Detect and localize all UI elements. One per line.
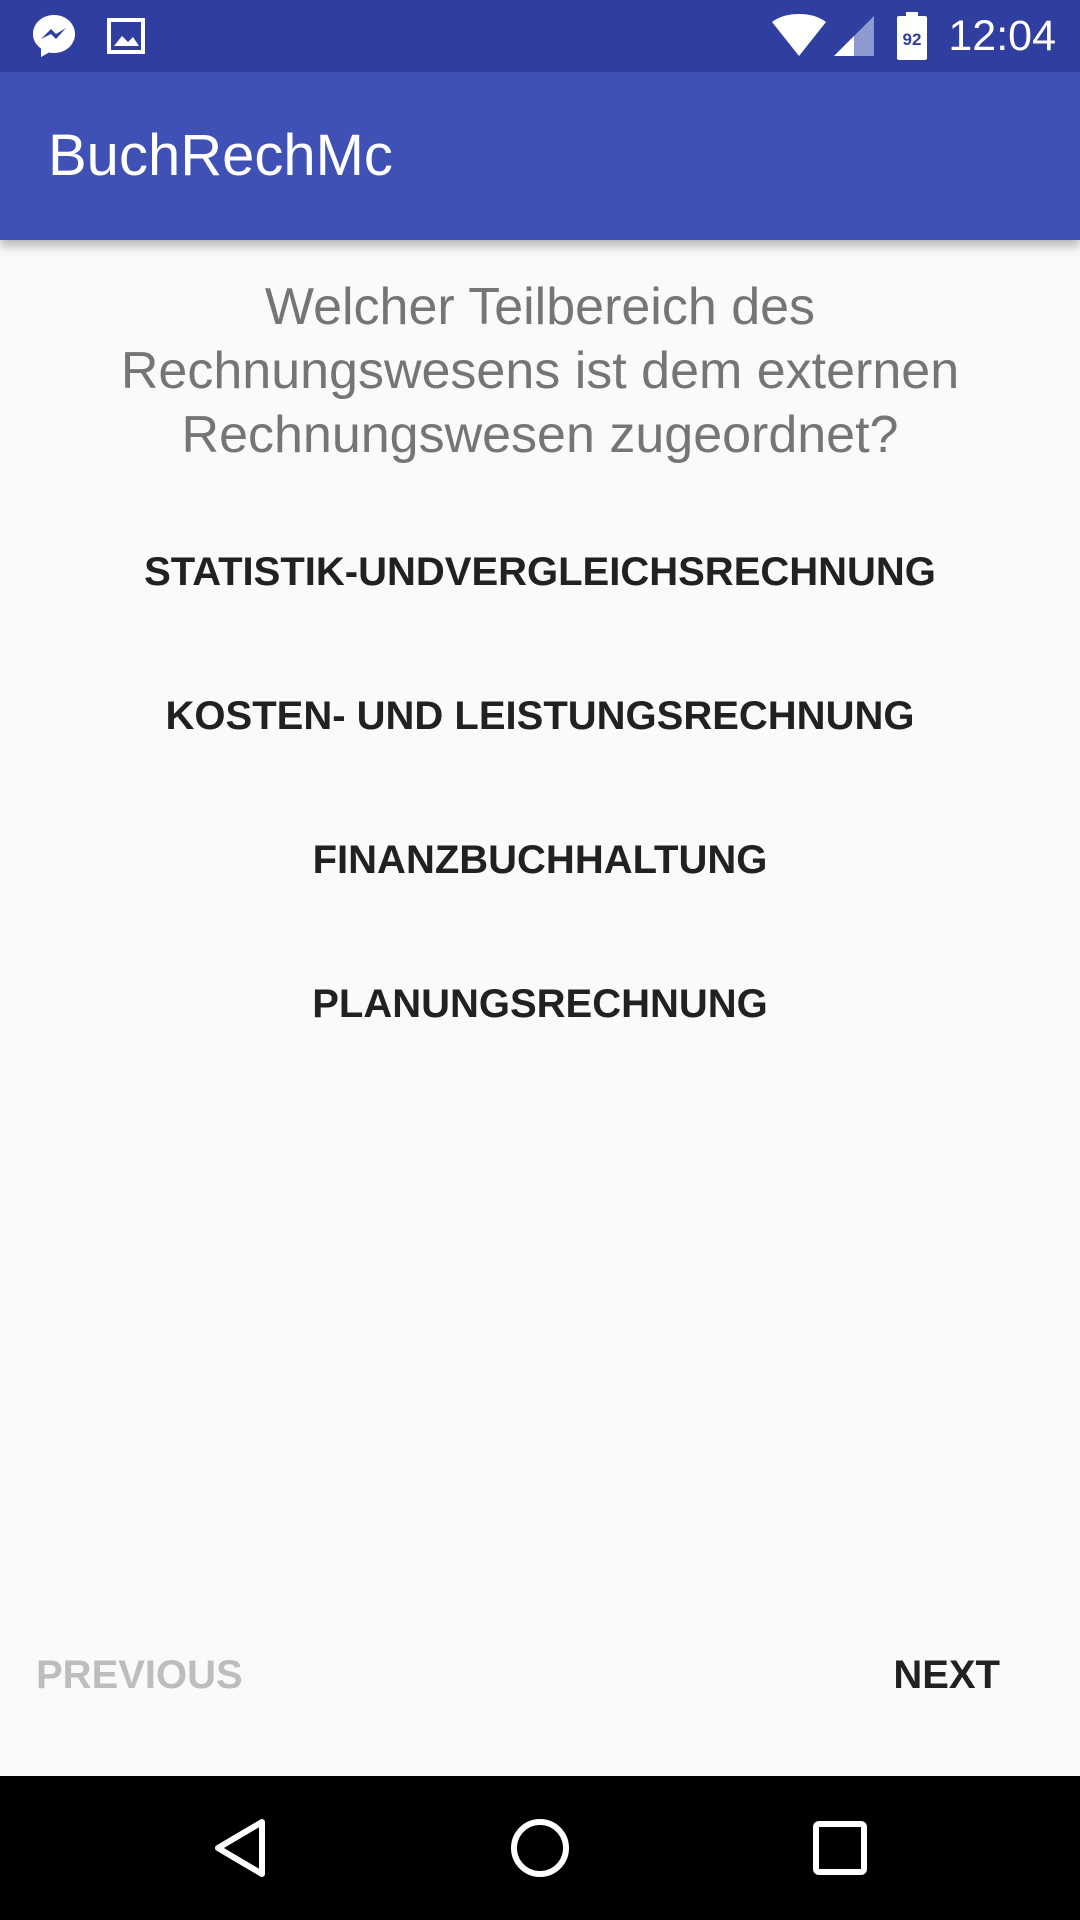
quiz-content: Welcher Teilbereich des Rechnungswesens … [0,240,1080,1776]
answer-option[interactable]: STATISTIK-UNDVERGLEICHSRECHNUNG [60,517,1020,627]
system-nav-bar [0,1776,1080,1920]
status-bar: 92 12:04 [0,0,1080,72]
recents-icon[interactable] [804,1812,876,1884]
app-bar: BuchRechMc [0,72,1080,240]
status-clock: 12:04 [948,12,1056,60]
cell-signal-icon [830,12,876,60]
previous-button[interactable]: PREVIOUS [36,1620,243,1730]
messenger-icon [30,12,78,60]
app-title: BuchRechMc [48,123,393,188]
svg-text:92: 92 [903,30,922,49]
answer-option[interactable]: KOSTEN- UND LEISTUNGSRECHNUNG [60,661,1020,771]
answer-option[interactable]: PLANUNGSRECHNUNG [60,949,1020,1059]
home-icon[interactable] [504,1812,576,1884]
wifi-icon [770,12,828,60]
question-text: Welcher Teilbereich des Rechnungswesens … [120,278,960,464]
image-icon [106,12,146,60]
answer-option[interactable]: FINANZBUCHHALTUNG [60,805,1020,915]
battery-icon: 92 [896,12,928,60]
next-button[interactable]: NEXT [893,1620,1000,1730]
back-icon[interactable] [204,1812,276,1884]
